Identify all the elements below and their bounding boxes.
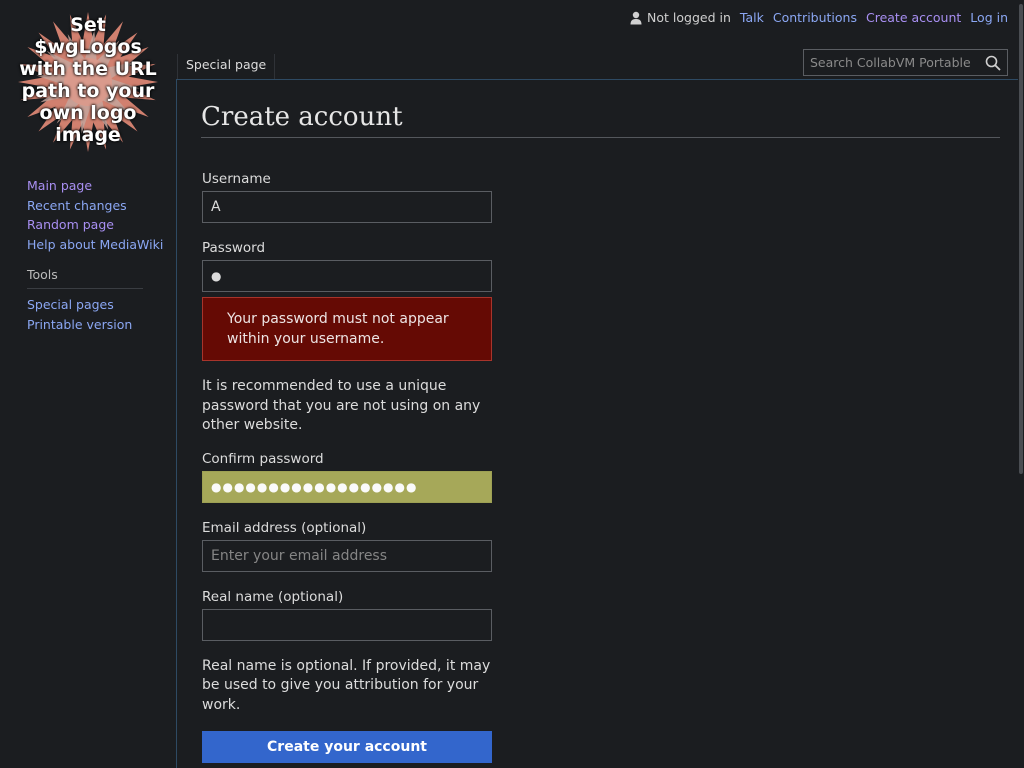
tab-special-page[interactable]: Special page (177, 54, 276, 80)
realname-label: Real name (optional) (202, 588, 344, 605)
create-account-link[interactable]: Create account (866, 10, 961, 25)
login-link[interactable]: Log in (970, 10, 1008, 25)
username-label: Username (202, 171, 271, 187)
sidebar-link-recent-changes[interactable]: Recent changes (27, 198, 127, 213)
confirm-password-label: Confirm password (202, 450, 324, 467)
password-field[interactable]: ● (202, 260, 492, 292)
email-field[interactable] (202, 539, 492, 572)
sidebar-link-help[interactable]: Help about MediaWiki (27, 237, 163, 252)
sidebar-link-printable-version[interactable]: Printable version (27, 317, 132, 332)
page-title: Create account (201, 102, 403, 132)
confirm-password-field[interactable]: ●●●●●●●●●●●●●●●●●● (202, 470, 492, 503)
create-account-button[interactable]: Create your account (202, 731, 492, 763)
main-content: Create account Username Password ● Your … (176, 80, 1024, 768)
talk-link[interactable]: Talk (740, 10, 764, 25)
user-icon (630, 11, 642, 24)
logo-placeholder-text: Set $wgLogos with the URL path to your o… (19, 14, 157, 146)
sidebar-item-special-pages[interactable]: Special pages (27, 295, 176, 315)
search-icon[interactable] (985, 55, 1001, 71)
email-label: Email address (optional) (202, 519, 367, 536)
sidebar-link-main-page[interactable]: Main page (27, 178, 92, 193)
realname-field[interactable] (202, 608, 492, 641)
password-hint: It is recommended to use a unique passwo… (202, 378, 481, 433)
realname-hint: Real name is optional. If provided, it m… (202, 657, 491, 713)
scrollbar-thumb[interactable] (1019, 4, 1023, 474)
title-divider (201, 137, 1000, 138)
sidebar-link-random-page[interactable]: Random page (27, 217, 114, 232)
sidebar-tools: Special pages Printable version (0, 295, 176, 334)
sidebar-link-special-pages[interactable]: Special pages (27, 297, 114, 312)
contributions-link[interactable]: Contributions (773, 10, 857, 25)
sidebar-item-random-page[interactable]: Random page (27, 215, 176, 235)
sidebar-item-help[interactable]: Help about MediaWiki (27, 235, 176, 255)
page-scrollbar[interactable] (1018, 0, 1024, 768)
username-field[interactable] (202, 191, 492, 223)
sidebar-navigation: Main page Recent changes Random page Hel… (0, 176, 176, 254)
personal-tools: Not logged in Talk Contributions Create … (630, 10, 1008, 25)
sidebar: Main page Recent changes Random page Hel… (0, 176, 176, 335)
anon-status: Not logged in (630, 10, 731, 25)
sidebar-item-printable-version[interactable]: Printable version (27, 315, 176, 335)
sidebar-item-main-page[interactable]: Main page (27, 176, 176, 196)
site-logo[interactable]: Set $wgLogos with the URL path to your o… (14, 8, 162, 156)
not-logged-in-text: Not logged in (647, 10, 731, 25)
password-label: Password (202, 240, 266, 256)
create-account-form: Username Password ● Your password must n… (202, 170, 492, 763)
password-error-message: Your password must not appear within you… (202, 297, 492, 361)
search-input[interactable] (804, 55, 980, 70)
tools-heading: Tools (27, 267, 143, 290)
search-box[interactable] (803, 49, 1008, 76)
sidebar-item-recent-changes[interactable]: Recent changes (27, 196, 176, 216)
